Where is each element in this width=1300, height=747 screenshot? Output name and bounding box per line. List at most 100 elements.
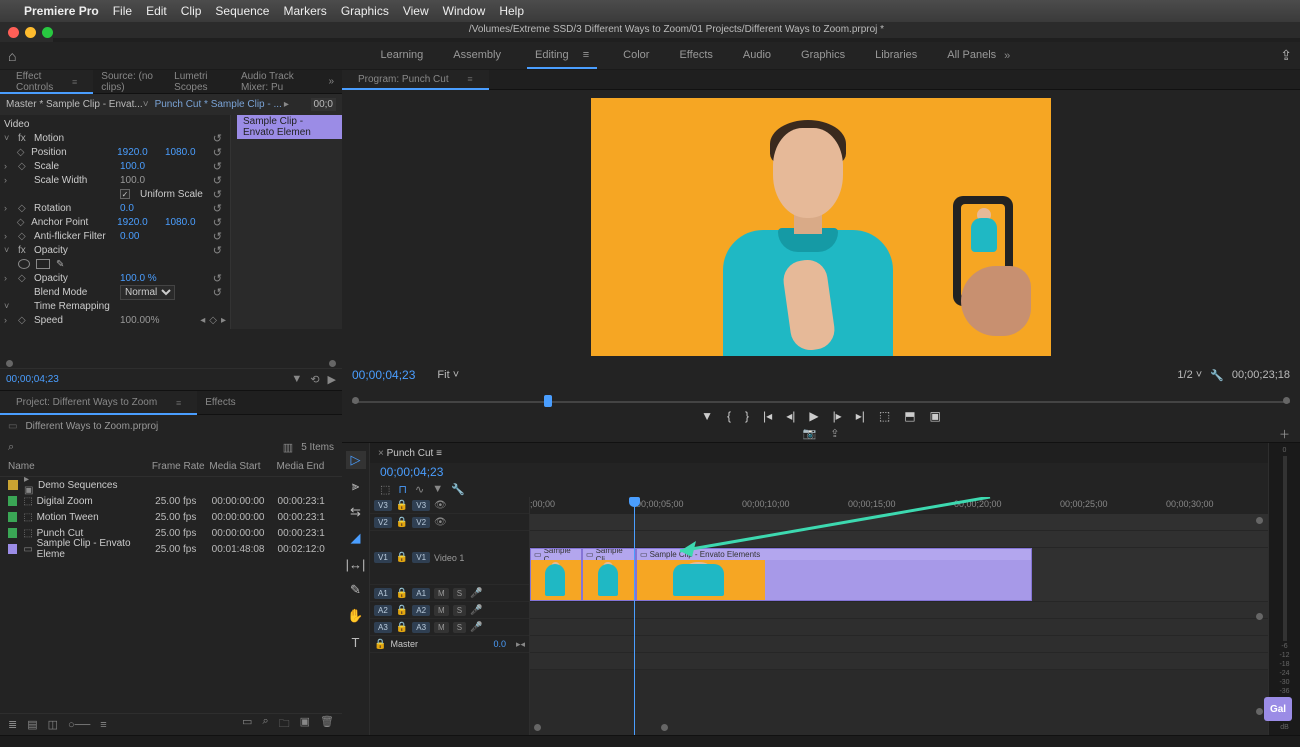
rotation-value[interactable]: 0.0 bbox=[120, 203, 170, 214]
go-out-icon[interactable]: ▸| bbox=[856, 409, 865, 423]
src-v2[interactable]: V2 bbox=[374, 517, 392, 528]
new-search-icon[interactable]: ⌕ bbox=[262, 715, 268, 734]
solo-a1[interactable]: S bbox=[453, 588, 466, 599]
selection-tool[interactable]: ▷ bbox=[346, 451, 366, 469]
tl-vscroll-mid[interactable] bbox=[1256, 613, 1263, 620]
voice-a1[interactable]: 🎤 bbox=[470, 588, 482, 599]
master-icon[interactable]: ▸◂ bbox=[516, 639, 525, 650]
fx-opacity-toggle[interactable]: fx bbox=[18, 245, 28, 256]
timeline-clip[interactable]: ▭Sample Clip - Envato Elements bbox=[636, 548, 1032, 601]
linked-icon[interactable]: ∿ bbox=[415, 483, 424, 496]
tab-lumetri[interactable]: Lumetri Scopes bbox=[166, 70, 233, 93]
menu-file[interactable]: File bbox=[113, 4, 132, 18]
icon-view-icon[interactable]: ▤ bbox=[27, 718, 37, 731]
hand-tool[interactable]: ✋ bbox=[346, 607, 366, 625]
motion-label[interactable]: Motion bbox=[34, 133, 114, 144]
snap-icon[interactable]: ⊓ bbox=[398, 483, 407, 496]
flicker-value[interactable]: 0.00 bbox=[120, 231, 170, 242]
workspace-overflow-icon[interactable]: » bbox=[1004, 50, 1010, 62]
home-icon[interactable]: ⌂ bbox=[8, 48, 16, 64]
razor-tool[interactable]: ◢ bbox=[346, 529, 366, 547]
tl-vscroll-top[interactable] bbox=[1256, 517, 1263, 524]
tl-scroll-right[interactable] bbox=[661, 724, 668, 731]
workspace-audio[interactable]: Audio bbox=[739, 43, 775, 69]
target-a1[interactable]: A1 bbox=[412, 588, 430, 599]
new-item-icon[interactable]: ▣ bbox=[300, 715, 310, 734]
zoom-slider[interactable]: ○── bbox=[68, 719, 90, 731]
timeline-clip[interactable]: ▭Sample Cli bbox=[582, 548, 636, 601]
share-icon[interactable]: ⇪ bbox=[1280, 47, 1292, 64]
kf-flicker[interactable]: ◇ bbox=[18, 231, 28, 242]
extract-icon[interactable]: ⬒ bbox=[904, 409, 915, 423]
tab-project[interactable]: Project: Different Ways to Zoom ≡ bbox=[0, 391, 197, 414]
slip-tool[interactable]: |↔| bbox=[346, 555, 366, 573]
master-level[interactable]: 0.0 bbox=[493, 639, 506, 649]
col-framerate[interactable]: Frame Rate bbox=[152, 461, 210, 472]
workspace-allpanels[interactable]: All Panels bbox=[943, 43, 1000, 69]
camera-icon[interactable]: 📷 bbox=[803, 427, 817, 440]
tl-vscroll-bot[interactable] bbox=[1256, 708, 1263, 715]
blend-mode-select[interactable]: Normal bbox=[120, 285, 175, 300]
timeline-ruler[interactable]: ;00;00 00;00;05;00 00;00;10;00 00;00;15;… bbox=[530, 497, 1268, 514]
kf-speed[interactable]: ◇ bbox=[18, 315, 28, 326]
mark-in-icon[interactable]: { bbox=[727, 409, 731, 423]
ec-scroll-left[interactable] bbox=[6, 360, 13, 367]
ec-scroll-right[interactable] bbox=[329, 360, 336, 367]
tab-source[interactable]: Source: (no clips) bbox=[93, 70, 166, 93]
program-scrubber[interactable] bbox=[352, 395, 1290, 406]
trash-icon[interactable]: 🗑 bbox=[320, 715, 334, 734]
col-mediastart[interactable]: Media Start bbox=[209, 461, 276, 472]
step-fwd-icon[interactable]: |▸ bbox=[833, 409, 842, 423]
menu-edit[interactable]: Edit bbox=[146, 4, 167, 18]
menu-help[interactable]: Help bbox=[499, 4, 524, 18]
tl-scroll-left[interactable] bbox=[534, 724, 541, 731]
position-y[interactable]: 1080.0 bbox=[165, 147, 207, 158]
ec-play-icon[interactable]: ▶ bbox=[328, 373, 336, 386]
program-monitor-viewport[interactable] bbox=[591, 98, 1051, 356]
menu-view[interactable]: View bbox=[403, 4, 429, 18]
ec-toggle-icon[interactable]: ⟲ bbox=[310, 373, 319, 386]
vis-v3[interactable]: 👁 bbox=[434, 500, 447, 511]
menu-markers[interactable]: Markers bbox=[283, 4, 326, 18]
target-v1[interactable]: V1 bbox=[412, 552, 430, 563]
play-button[interactable]: ▶ bbox=[809, 409, 818, 423]
timeline-tab[interactable]: Punch Cut bbox=[387, 448, 434, 459]
marker-icon[interactable]: ▼ bbox=[432, 483, 443, 495]
timeline-playhead[interactable] bbox=[634, 497, 635, 735]
settings-icon[interactable]: 🔧 bbox=[451, 483, 465, 496]
menu-sequence[interactable]: Sequence bbox=[215, 4, 269, 18]
step-back-icon[interactable]: ◂| bbox=[786, 409, 795, 423]
reset-scale[interactable]: ↺ bbox=[213, 160, 222, 173]
export-icon[interactable]: ⇪ bbox=[830, 427, 839, 440]
mute-a1[interactable]: M bbox=[434, 588, 449, 599]
tab-audio-mixer[interactable]: Audio Track Mixer: Pu bbox=[233, 70, 321, 93]
kf-position[interactable]: ◇ bbox=[17, 147, 25, 158]
col-mediaend[interactable]: Media End bbox=[276, 461, 334, 472]
tab-overflow[interactable]: » bbox=[320, 70, 342, 93]
project-search-input[interactable] bbox=[22, 442, 275, 453]
mask-pen[interactable]: ✎ bbox=[56, 259, 64, 270]
ec-sequence-crumb[interactable]: Punch Cut * Sample Clip - ... bbox=[155, 99, 282, 110]
src-a1[interactable]: A1 bbox=[374, 588, 392, 599]
maximize-window-button[interactable] bbox=[42, 27, 53, 38]
position-x[interactable]: 1920.0 bbox=[117, 147, 159, 158]
target-v2[interactable]: V2 bbox=[412, 517, 430, 528]
timeline-tracks-area[interactable]: ;00;00 00;00;05;00 00;00;10;00 00;00;15;… bbox=[530, 497, 1268, 735]
src-v3[interactable]: V3 bbox=[374, 500, 392, 511]
new-bin-icon[interactable]: 🗀 bbox=[279, 715, 290, 734]
workspace-graphics[interactable]: Graphics bbox=[797, 43, 849, 69]
minimize-window-button[interactable] bbox=[25, 27, 36, 38]
button-editor-icon[interactable]: ＋ bbox=[1279, 426, 1290, 442]
project-row[interactable]: ⬚Motion Tween25.00 fps00:00:00:0000:00:2… bbox=[0, 509, 342, 525]
close-window-button[interactable] bbox=[8, 27, 19, 38]
add-marker-icon[interactable]: ▼ bbox=[701, 409, 713, 423]
wrench-icon[interactable]: 🔧 bbox=[1210, 369, 1224, 382]
program-timecode[interactable]: 00;00;04;23 bbox=[352, 368, 415, 382]
nest-icon[interactable]: ⬚ bbox=[380, 483, 390, 496]
list-view-icon[interactable]: ≣ bbox=[8, 718, 17, 731]
mask-ellipse[interactable] bbox=[18, 259, 30, 269]
prev-keyframe[interactable]: ◂ bbox=[200, 315, 205, 326]
reset-position[interactable]: ↺ bbox=[213, 146, 222, 159]
anchor-y[interactable]: 1080.0 bbox=[165, 217, 207, 228]
anchor-x[interactable]: 1920.0 bbox=[117, 217, 159, 228]
